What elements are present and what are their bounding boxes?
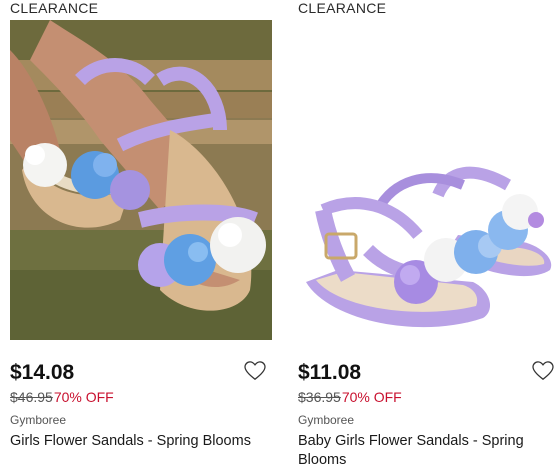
brand-name: Gymboree (10, 413, 67, 427)
product-image[interactable] (10, 20, 272, 340)
product-name-link[interactable]: Baby Girls Flower Sandals - Spring Bloom… (298, 432, 554, 467)
clearance-badge: CLEARANCE (298, 0, 387, 16)
clearance-badge: CLEARANCE (10, 0, 99, 16)
product-card[interactable]: CLEARANCE (298, 0, 554, 467)
product-grid: CLEARANCE $14.08 $46.9570% OFF Gymboree … (0, 0, 556, 467)
heart-outline-icon[interactable] (532, 361, 554, 381)
product-image[interactable] (298, 20, 554, 340)
sale-price: $14.08 (10, 361, 75, 384)
brand-name: Gymboree (298, 413, 355, 427)
discount-label: 70% OFF (341, 389, 402, 405)
product-name-link[interactable]: Girls Flower Sandals - Spring Blooms (10, 432, 272, 451)
original-price: $36.95 (298, 389, 341, 405)
product-card[interactable]: CLEARANCE (10, 0, 272, 451)
price-row: $14.08 (10, 359, 272, 387)
price-row: $11.08 (298, 359, 554, 387)
sale-price: $11.08 (298, 361, 362, 384)
heart-outline-icon[interactable] (244, 361, 266, 381)
price-details: $36.9570% OFF (298, 388, 554, 406)
price-details: $46.9570% OFF (10, 388, 272, 406)
discount-label: 70% OFF (53, 389, 114, 405)
original-price: $46.95 (10, 389, 53, 405)
